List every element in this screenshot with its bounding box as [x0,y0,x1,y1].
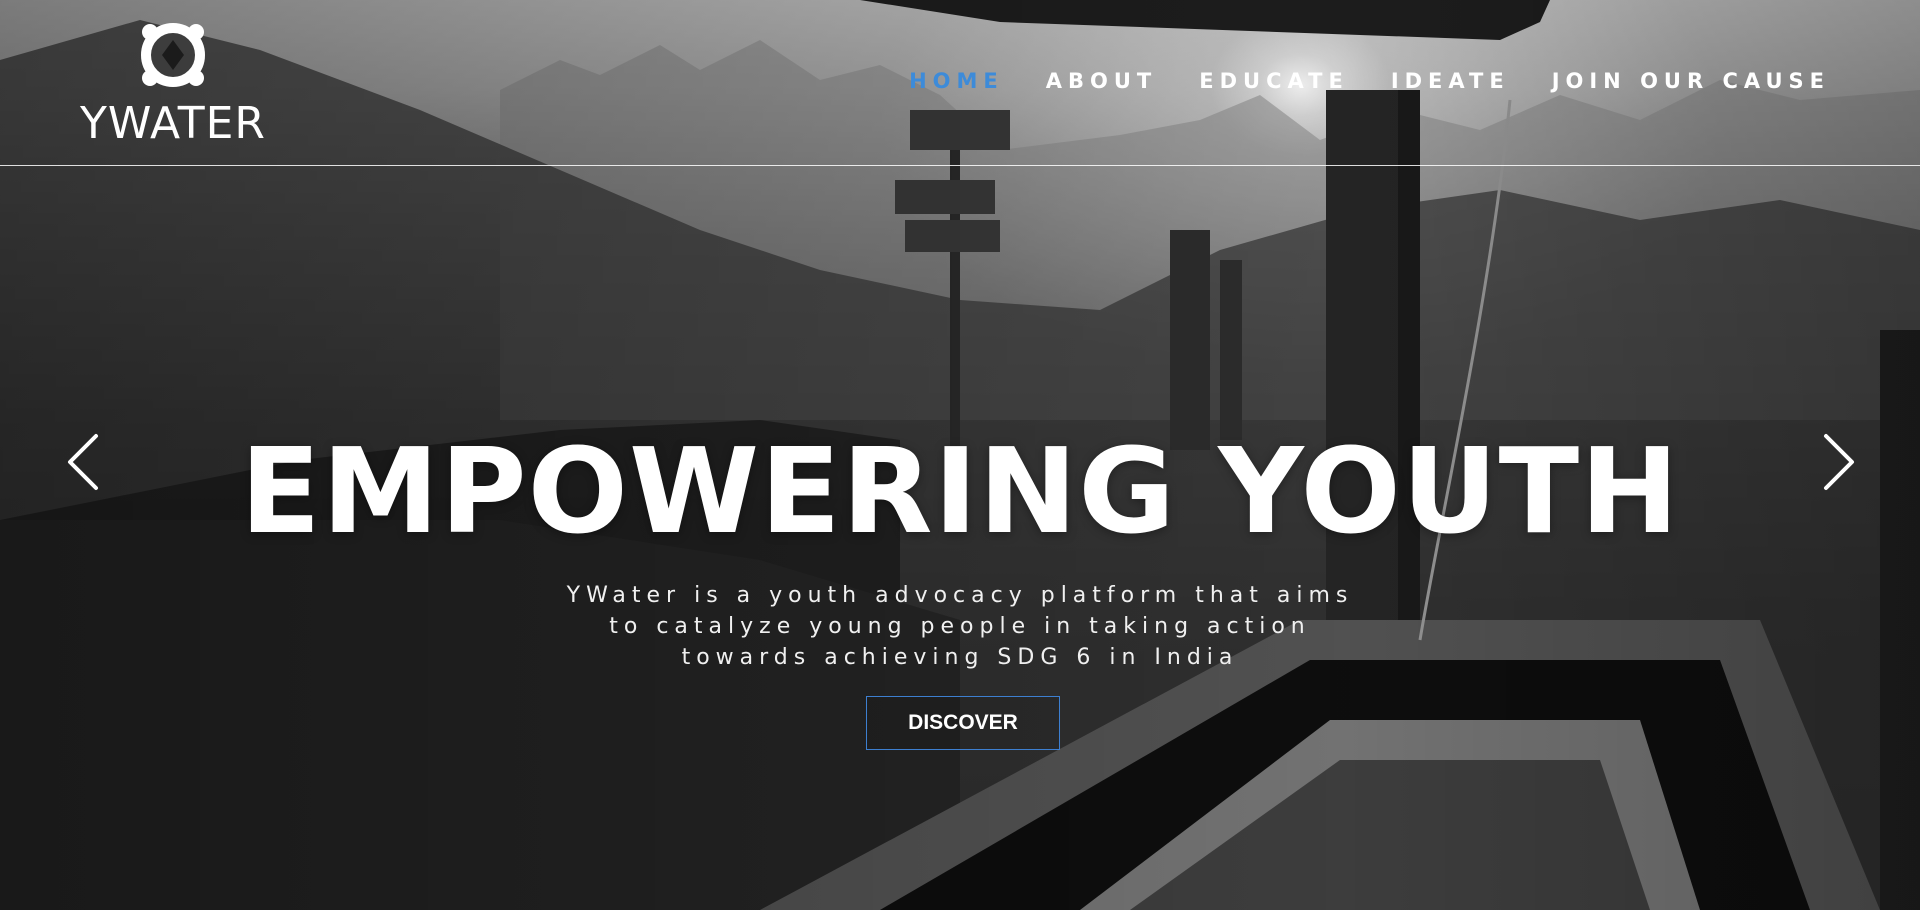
nav-item-join-our-cause[interactable]: JOIN OUR CAUSE [1552,66,1830,96]
hero-description-line: YWater is a youth advocacy platform that… [566,583,1354,608]
hero-headline: EMPOWERING YOUTH [240,422,1680,560]
ywater-logo-icon [141,23,205,87]
brand-name: YWATER [80,98,266,149]
hero-description-line: to catalyze young people in taking actio… [609,614,1311,639]
main-navigation: HOME ABOUT EDUCATE IDEATE JOIN OUR CAUSE [867,66,1830,96]
site-header: YWATER HOME ABOUT EDUCATE IDEATE JOIN OU… [0,0,1920,166]
discover-button[interactable]: DISCOVER [866,696,1060,750]
brand-logo[interactable]: YWATER [78,18,268,150]
nav-item-educate[interactable]: EDUCATE [1199,66,1349,96]
nav-item-about[interactable]: ABOUT [1046,66,1158,96]
hero-description: YWater is a youth advocacy platform that… [560,580,1360,673]
hero-description-line: towards achieving SDG 6 in India [681,645,1239,670]
nav-item-ideate[interactable]: IDEATE [1391,66,1510,96]
nav-item-home[interactable]: HOME [909,66,1004,96]
